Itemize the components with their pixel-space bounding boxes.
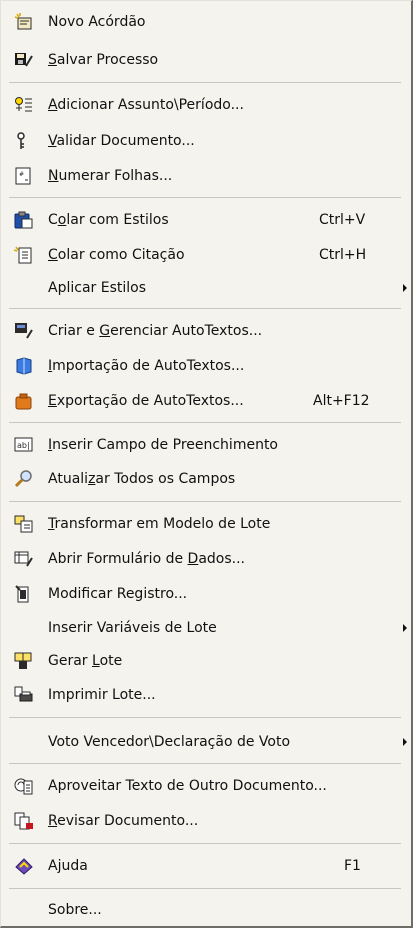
submenu-arrow-icon <box>403 284 407 292</box>
import-autotext-icon <box>16 357 32 375</box>
menu-label: Colar como Citação <box>48 247 185 263</box>
menu-item-voto-vencedor[interactable]: Voto Vencedor\Declaração de Voto <box>5 729 408 755</box>
menu-label: Ajuda <box>48 858 88 874</box>
validate-key-icon <box>17 132 25 149</box>
menu-item-criar-autotextos[interactable]: Criar e Gerenciar AutoTextos... <box>5 318 408 344</box>
text-field-icon: ab| <box>14 437 33 452</box>
menu-label: Exportação de AutoTextos... <box>48 393 244 409</box>
menu-separator <box>9 843 401 844</box>
menu-item-modificar-registro[interactable]: Modificar Registro... <box>5 581 408 607</box>
menu-label: Criar e Gerenciar AutoTextos... <box>48 323 263 339</box>
magnifier-icon <box>14 470 32 488</box>
menu-item-exportacao-autotextos[interactable]: Exportação de AutoTextos... Alt+F12 <box>5 388 408 414</box>
menu-shortcut: Ctrl+H <box>319 247 367 263</box>
menu-separator <box>9 308 401 309</box>
menu-separator <box>9 422 401 423</box>
print-batch-icon <box>14 686 33 702</box>
menu-separator <box>9 717 401 718</box>
menu-item-inserir-campo[interactable]: ab| Inserir Campo de Preenchimento <box>5 432 408 458</box>
help-book-icon <box>15 858 33 875</box>
menu-item-colar-estilos[interactable]: Colar com Estilos Ctrl+V <box>5 207 408 233</box>
menu-item-abrir-formulario[interactable]: Abrir Formulário de Dados... <box>5 546 408 572</box>
batch-template-icon <box>14 515 33 533</box>
menu-label: Importação de AutoTextos... <box>48 358 245 374</box>
menu-shortcut: Alt+F12 <box>313 393 370 409</box>
menu-label: Validar Documento... <box>48 133 195 149</box>
menu-item-sobre[interactable]: Sobre... <box>5 897 408 923</box>
menu-item-inserir-variaveis[interactable]: Inserir Variáveis de Lote <box>5 615 408 641</box>
menu-item-gerar-lote[interactable]: Gerar Lote <box>5 648 408 674</box>
menu-label: Abrir Formulário de Dados... <box>48 551 246 567</box>
menu-item-colar-citacao[interactable]: Colar como Citação Ctrl+H <box>5 242 408 268</box>
menu-separator <box>9 197 401 198</box>
menu-item-transformar-modelo[interactable]: Transformar em Modelo de Lote <box>5 511 408 537</box>
menu-item-importacao-autotextos[interactable]: Importação de AutoTextos... <box>5 353 408 379</box>
menu-label: Aplicar Estilos <box>48 280 146 296</box>
menu-separator <box>9 763 401 764</box>
menu-label: Inserir Variáveis de Lote <box>48 620 217 636</box>
menu-item-revisar-documento[interactable]: Revisar Documento... <box>5 808 408 834</box>
generate-batch-icon <box>14 652 32 669</box>
menu-label: Gerar Lote <box>48 653 123 669</box>
number-pages-icon: # <box>15 167 31 185</box>
menu-item-ajuda[interactable]: Ajuda F1 <box>5 853 408 879</box>
menu-item-novo-acordao[interactable]: Novo Acórdão <box>5 9 408 35</box>
menu-label: Novo Acórdão <box>48 14 146 30</box>
menu-label: Aproveitar Texto de Outro Documento... <box>48 778 327 794</box>
reuse-text-icon <box>14 778 33 795</box>
menu-label: Imprimir Lote... <box>48 687 156 703</box>
paste-styles-icon <box>14 211 33 229</box>
menu-shortcut: F1 <box>344 858 361 874</box>
menu-item-imprimir-lote[interactable]: Imprimir Lote... <box>5 682 408 708</box>
submenu-arrow-icon <box>403 738 407 746</box>
svg-text:#: # <box>19 171 24 178</box>
review-document-icon <box>14 812 33 830</box>
menu-label: Adicionar Assunto\Período... <box>48 97 244 113</box>
menu-label: Modificar Registro... <box>48 586 188 602</box>
menu-item-salvar-processo[interactable]: Salvar Processo <box>5 47 408 73</box>
menu-label: Revisar Documento... <box>48 813 199 829</box>
export-autotext-icon <box>15 393 32 410</box>
menu-label: Voto Vencedor\Declaração de Voto <box>48 734 291 750</box>
modify-record-icon <box>15 585 29 603</box>
context-menu: Novo Acórdão Salvar Processo Adicionar A… <box>0 0 413 928</box>
menu-label: Colar com Estilos <box>48 212 169 228</box>
new-document-icon <box>14 13 32 30</box>
menu-label: Transformar em Modelo de Lote <box>48 516 271 532</box>
submenu-arrow-icon <box>403 624 407 632</box>
menu-label: Inserir Campo de Preenchimento <box>48 437 278 453</box>
autotext-manage-icon <box>15 323 33 339</box>
menu-item-atualizar-campos[interactable]: Atualizar Todos os Campos <box>5 466 408 492</box>
menu-shortcut: Ctrl+V <box>319 212 366 228</box>
menu-label: Numerar Folhas... <box>48 168 173 184</box>
menu-separator <box>9 501 401 502</box>
menu-label: Sobre... <box>48 902 102 918</box>
svg-text:ab|: ab| <box>17 441 30 450</box>
menu-separator <box>9 82 401 83</box>
paste-quote-icon <box>14 246 32 264</box>
menu-separator <box>9 888 401 889</box>
menu-item-validar-documento[interactable]: Validar Documento... <box>5 128 408 154</box>
menu-label: Salvar Processo <box>48 52 159 68</box>
save-process-icon <box>15 53 33 67</box>
data-form-icon <box>14 551 33 567</box>
menu-item-numerar-folhas[interactable]: # Numerar Folhas... <box>5 163 408 189</box>
menu-item-aplicar-estilos[interactable]: Aplicar Estilos <box>5 275 408 301</box>
menu-item-aproveitar-texto[interactable]: Aproveitar Texto de Outro Documento... <box>5 773 408 799</box>
add-subject-icon <box>15 97 32 112</box>
menu-item-adicionar-assunto[interactable]: Adicionar Assunto\Período... <box>5 92 408 118</box>
menu-label: Atualizar Todos os Campos <box>48 471 236 487</box>
